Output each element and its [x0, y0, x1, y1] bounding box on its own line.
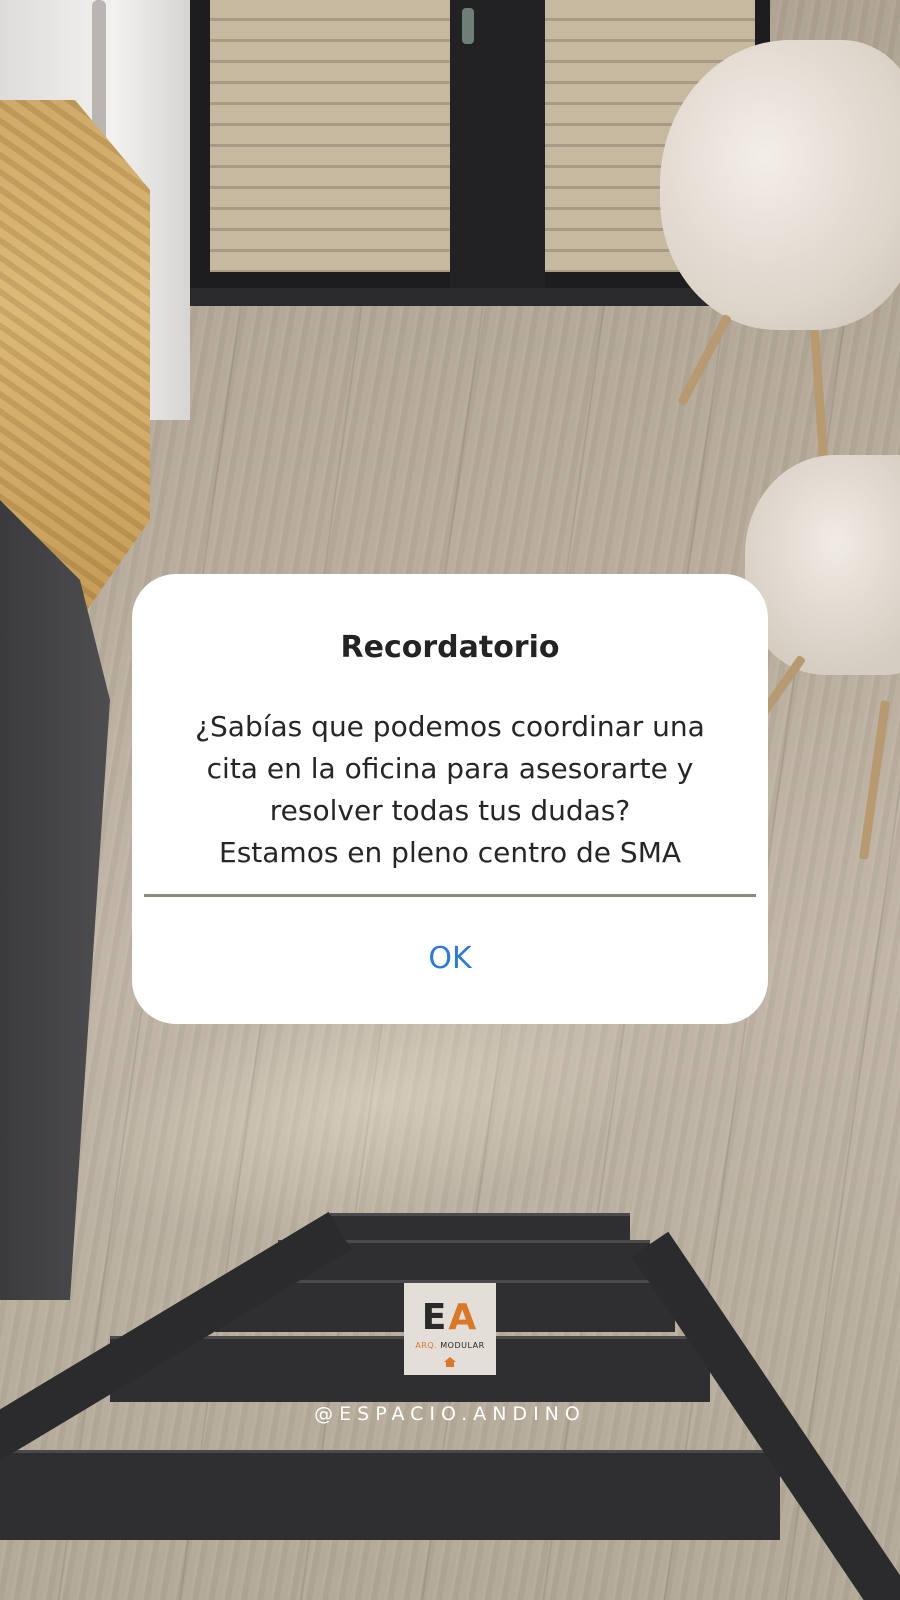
ladder-rung [0, 1450, 780, 1540]
logo-letter-e: E [421, 1297, 449, 1338]
logo-sub-arq: ARQ. [415, 1341, 438, 1350]
deck-view-left [210, 0, 450, 272]
house-icon [444, 1357, 456, 1367]
ok-button[interactable]: OK [350, 910, 550, 1006]
logo-sub-modular: MODULAR [440, 1341, 485, 1350]
sheepskin-chair-right [745, 455, 900, 675]
dialog-message-line: Estamos en pleno centro de SMA [219, 836, 681, 869]
social-handle: @ESPACIO.ANDINO [314, 1403, 586, 1425]
dialog-divider [144, 894, 756, 897]
logo-letters: EA [404, 1297, 496, 1338]
logo-letter-a: A [448, 1297, 479, 1338]
reminder-dialog: Recordatorio ¿Sabías que podemos coordin… [132, 574, 768, 1024]
sheepskin-chair-top [660, 40, 900, 330]
door-mullion [450, 0, 545, 305]
ladder-rung [330, 1213, 630, 1243]
dialog-message: ¿Sabías que podemos coordinar una cita e… [162, 706, 738, 874]
dialog-message-line: resolver todas tus dudas? [269, 794, 631, 827]
door-sill [140, 288, 770, 306]
dialog-message-line: ¿Sabías que podemos coordinar una [195, 710, 705, 743]
brand-logo: EA ARQ. MODULAR [404, 1283, 496, 1375]
logo-subtitle: ARQ. MODULAR [404, 1341, 496, 1350]
door-handle [462, 8, 474, 44]
dialog-title: Recordatorio [340, 630, 560, 665]
dialog-message-line: cita en la oficina para asesorarte y [206, 752, 694, 785]
